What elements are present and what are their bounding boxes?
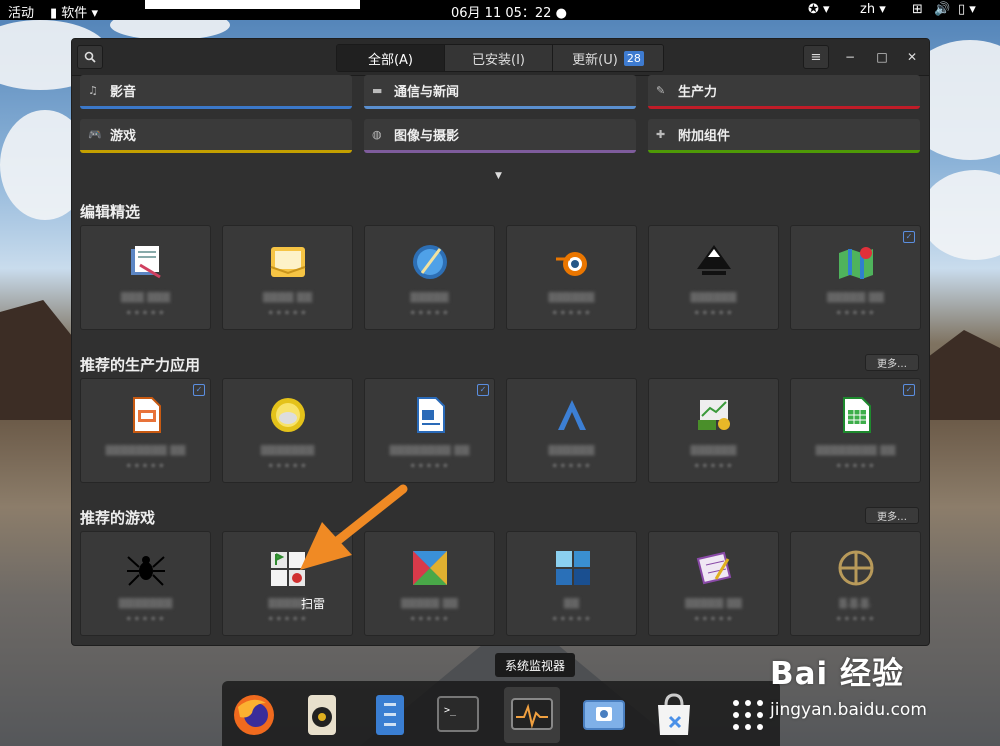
svg-text:>_: >_ [444,705,457,716]
watermark-url: jingyan.baidu.com [770,700,927,720]
terminal-icon[interactable]: >_ [436,693,480,737]
rhythmbox-icon[interactable] [300,693,344,737]
arrow-annotation [300,484,408,570]
system-monitor-icon[interactable] [510,693,554,737]
mines-label-annotation: 扫雷 [301,597,326,611]
baidu-watermark: Bai 经验 jingyan.baidu.com [770,648,927,720]
files-icon[interactable] [368,693,412,737]
screenshot-icon[interactable] [582,693,626,737]
show-applications-icon[interactable] [726,693,770,737]
watermark-logo: Bai 经验 [770,656,904,692]
firefox-icon[interactable] [232,693,276,737]
dock-tooltip: 系统监视器 [495,653,575,677]
dock: >_ [222,681,780,746]
software-store-icon[interactable] [652,693,696,737]
